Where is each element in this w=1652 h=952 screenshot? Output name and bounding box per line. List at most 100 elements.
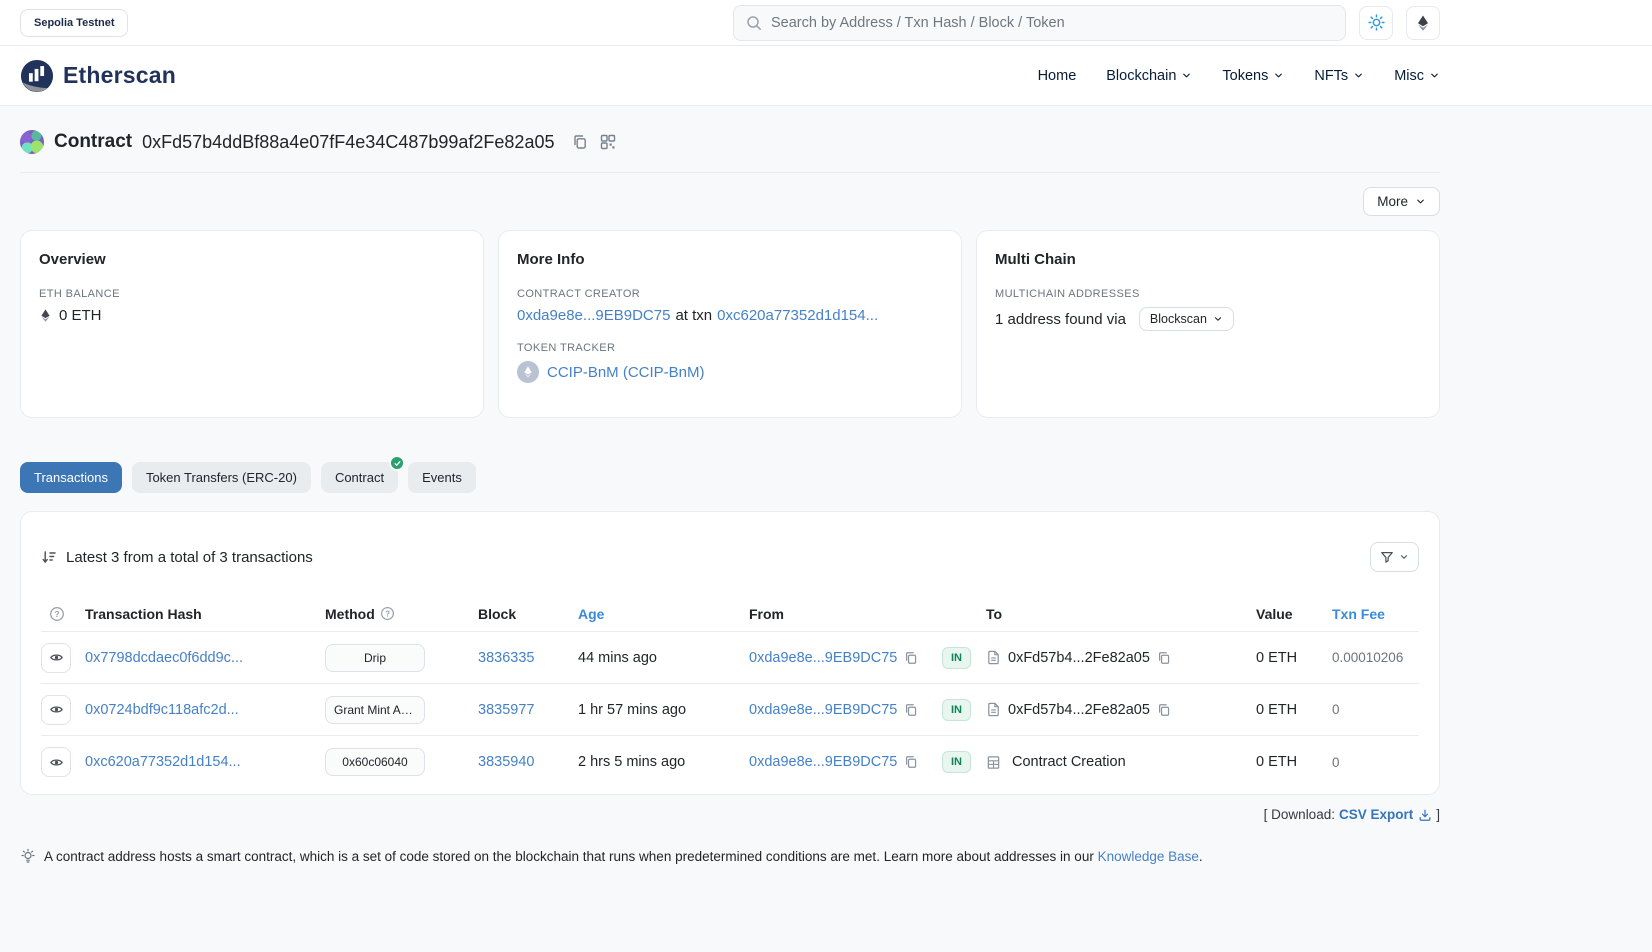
txn-fee-text: 0 xyxy=(1332,702,1419,717)
copy-icon[interactable] xyxy=(904,703,918,717)
etherscan-logo-icon xyxy=(20,59,54,93)
eye-icon xyxy=(49,755,64,770)
txn-preview-button[interactable] xyxy=(41,695,71,725)
download-row: [ Download: CSV Export ] xyxy=(20,807,1440,822)
page-title: Contract xyxy=(54,131,132,153)
ethereum-icon xyxy=(522,366,534,378)
nav-tokens[interactable]: Tokens xyxy=(1222,68,1284,84)
etherscan-logo[interactable]: Etherscan xyxy=(20,59,176,93)
txn-hash-link[interactable]: 0xc620a77352d1d154... xyxy=(85,754,325,770)
column-to: To xyxy=(986,606,1256,622)
tab-token-transfers[interactable]: Token Transfers (ERC-20) xyxy=(132,462,311,493)
nav-misc[interactable]: Misc xyxy=(1394,68,1440,84)
search-bar[interactable] xyxy=(733,5,1346,41)
qr-code-icon[interactable] xyxy=(600,134,616,150)
contract-file-icon xyxy=(986,702,1001,717)
from-address-link[interactable]: 0xda9e8e...9EB9DC75 xyxy=(749,650,897,666)
nav-home[interactable]: Home xyxy=(1038,68,1077,84)
brand-name: Etherscan xyxy=(63,62,176,89)
copy-icon[interactable] xyxy=(1157,651,1171,665)
theme-toggle-button[interactable] xyxy=(1359,6,1393,40)
column-age[interactable]: Age xyxy=(578,606,749,622)
to-address: 0xFd57b4...2Fe82a05 xyxy=(1008,650,1150,666)
contract-creation-icon xyxy=(986,755,1001,770)
direction-badge: IN xyxy=(942,751,971,773)
value-text: 0 ETH xyxy=(1256,754,1332,770)
method-badge[interactable]: 0x60c06040 xyxy=(325,748,425,776)
lightbulb-icon xyxy=(20,848,36,864)
tab-bar: Transactions Token Transfers (ERC-20) Co… xyxy=(20,462,1440,493)
network-badge[interactable]: Sepolia Testnet xyxy=(20,9,128,37)
ethereum-icon xyxy=(1415,15,1431,31)
method-badge[interactable]: Drip xyxy=(325,644,425,672)
search-input[interactable] xyxy=(771,15,1333,31)
creator-connector-text: at txn xyxy=(675,307,712,324)
multi-chain-card-title: Multi Chain xyxy=(995,251,1421,268)
top-bar: Sepolia Testnet xyxy=(0,0,1652,46)
help-icon[interactable] xyxy=(49,606,65,622)
ethereum-networks-button[interactable] xyxy=(1406,6,1440,40)
more-info-card-title: More Info xyxy=(517,251,943,268)
creation-txn-link[interactable]: 0xc620a77352d1d154... xyxy=(717,307,878,324)
note-suffix: . xyxy=(1199,849,1203,864)
multi-chain-card: Multi Chain MULTICHAIN ADDRESSES 1 addre… xyxy=(976,230,1440,418)
value-text: 0 ETH xyxy=(1256,702,1332,718)
token-logo xyxy=(517,361,539,383)
nav-blockchain[interactable]: Blockchain xyxy=(1106,68,1192,84)
tab-transactions[interactable]: Transactions xyxy=(20,462,122,493)
table-row: 0x7798dcdaec0f6dd9c... Drip 3836335 44 m… xyxy=(41,632,1419,684)
csv-export-link[interactable]: CSV Export xyxy=(1339,807,1432,822)
column-txn-fee[interactable]: Txn Fee xyxy=(1332,606,1419,622)
chevron-down-icon xyxy=(1273,70,1284,81)
copy-icon[interactable] xyxy=(1157,703,1171,717)
txn-fee-text: 0 xyxy=(1332,755,1419,770)
overview-card: Overview ETH BALANCE 0 ETH xyxy=(20,230,484,418)
help-icon[interactable] xyxy=(380,606,395,621)
creator-address-link[interactable]: 0xda9e8e...9EB9DC75 xyxy=(517,307,670,324)
table-row: 0xc620a77352d1d154... 0x60c06040 3835940… xyxy=(41,736,1419,788)
sun-icon xyxy=(1368,14,1385,31)
funnel-icon xyxy=(1380,550,1394,564)
eye-icon xyxy=(49,702,64,717)
verified-check-badge xyxy=(389,455,405,471)
method-badge[interactable]: Grant Mint An... xyxy=(325,696,425,724)
txn-preview-button[interactable] xyxy=(41,747,71,777)
txn-hash-link[interactable]: 0x7798dcdaec0f6dd9c... xyxy=(85,650,325,666)
contract-info-note: A contract address hosts a smart contrac… xyxy=(20,848,1440,864)
token-tracker-link[interactable]: CCIP-BnM (CCIP-BnM) xyxy=(547,364,705,381)
from-address-link[interactable]: 0xda9e8e...9EB9DC75 xyxy=(749,754,897,770)
tab-contract[interactable]: Contract xyxy=(321,462,398,493)
transactions-panel: Latest 3 from a total of 3 transactions … xyxy=(20,511,1440,795)
to-address: Contract Creation xyxy=(1012,754,1126,770)
filter-button[interactable] xyxy=(1370,542,1419,572)
age-text: 2 hrs 5 mins ago xyxy=(578,754,749,770)
sort-icon xyxy=(41,549,57,565)
txn-hash-link[interactable]: 0x0724bdf9c118afc2d... xyxy=(85,702,325,718)
chevron-down-icon xyxy=(1353,70,1364,81)
column-method: Method xyxy=(325,606,478,622)
multichain-found-text: 1 address found via xyxy=(995,311,1126,328)
value-text: 0 ETH xyxy=(1256,650,1332,666)
nav-nfts[interactable]: NFTs xyxy=(1314,68,1364,84)
blockscan-dropdown[interactable]: Blockscan xyxy=(1139,307,1234,331)
contract-creator-label: CONTRACT CREATOR xyxy=(517,288,943,300)
tab-events[interactable]: Events xyxy=(408,462,476,493)
copy-address-icon[interactable] xyxy=(572,134,588,150)
txn-fee-text: 0.00010206 xyxy=(1332,650,1419,665)
chevron-down-icon xyxy=(1429,70,1440,81)
multichain-addresses-label: MULTICHAIN ADDRESSES xyxy=(995,288,1421,300)
search-icon xyxy=(746,15,762,31)
block-link[interactable]: 3836335 xyxy=(478,650,578,666)
more-button[interactable]: More xyxy=(1363,187,1440,216)
block-link[interactable]: 3835977 xyxy=(478,702,578,718)
block-link[interactable]: 3835940 xyxy=(478,754,578,770)
chevron-down-icon xyxy=(1399,552,1409,562)
copy-icon[interactable] xyxy=(904,755,918,769)
knowledge-base-link[interactable]: Knowledge Base xyxy=(1098,849,1199,864)
from-address-link[interactable]: 0xda9e8e...9EB9DC75 xyxy=(749,702,897,718)
copy-icon[interactable] xyxy=(904,651,918,665)
token-tracker-label: TOKEN TRACKER xyxy=(517,342,943,354)
main-nav: Home Blockchain Tokens NFTs Misc xyxy=(1038,68,1440,84)
txn-preview-button[interactable] xyxy=(41,643,71,673)
download-prefix: [ Download: xyxy=(1264,807,1335,822)
